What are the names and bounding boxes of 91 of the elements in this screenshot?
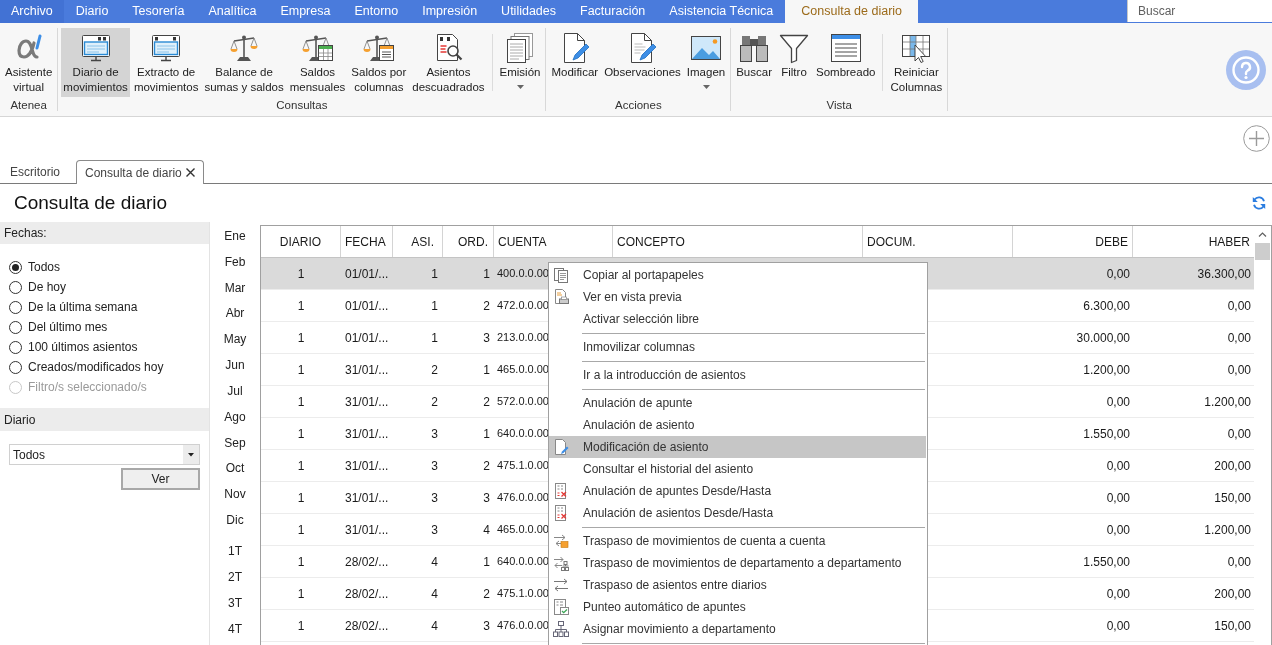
table-cell-text: 1.200,00 <box>1083 361 1130 379</box>
table-cell-text: 2 <box>483 457 490 475</box>
table-cell-text: 3 <box>431 521 438 539</box>
table-cell-text: 2 <box>431 361 438 379</box>
table-cell-text: 572.0.0.00 <box>497 394 549 410</box>
table-cell-text: 1 <box>297 553 305 571</box>
section-header: Fechas: <box>0 222 209 244</box>
table-cell-text: 4 <box>431 553 438 571</box>
table-cell-text: 31/01/... <box>345 393 389 411</box>
table-cell-text: 640.0.0.00 <box>497 554 549 570</box>
table-cell-text: 36.300,00 <box>1197 265 1251 283</box>
table-cell-text: 30.000,00 <box>1076 329 1130 347</box>
table-cell-text: 1 <box>483 361 490 379</box>
table-cell-text: 1 <box>297 457 305 475</box>
group-label: Acciones <box>614 98 663 113</box>
table-cell-text: 0,00 <box>1106 521 1130 539</box>
table-cell-text: 476.0.0.00 <box>497 618 549 634</box>
table-cell-text: 1 <box>297 329 305 347</box>
table-cell-text: 01/01/... <box>345 297 389 315</box>
table-cell-text: 0,00 <box>1227 329 1251 347</box>
table-cell-text: 1 <box>297 393 305 411</box>
table-cell-text: 2 <box>483 297 490 315</box>
table-cell-text: 0,00 <box>1227 425 1251 443</box>
table-cell-text: 28/02/... <box>345 553 389 571</box>
table-cell-text: 4 <box>431 585 438 603</box>
table-cell-text: 472.0.0.00 <box>497 298 549 314</box>
table-cell-text: 2 <box>483 585 490 603</box>
table-cell-text: 2 <box>431 393 438 411</box>
table-cell-text: 01/01/... <box>345 329 389 347</box>
table-cell-text: 465.0.0.00 <box>497 362 549 378</box>
table-cell-text: 1.200,00 <box>1204 393 1251 411</box>
table-cell-text: 0,00 <box>1227 553 1251 571</box>
table-cell-text: 150,00 <box>1214 617 1251 635</box>
table-cell-text: 31/01/... <box>345 425 389 443</box>
table-cell-text: 3 <box>483 329 490 347</box>
table-cell-text: 0,00 <box>1106 265 1130 283</box>
table-cell-text: 1 <box>297 297 305 315</box>
table-cell-text: 475.1.0.00 <box>497 458 549 474</box>
table-cell-text: 640.0.0.00 <box>497 426 549 442</box>
table-cell-text: 1 <box>297 617 305 635</box>
table-cell-text: 6.300,00 <box>1083 297 1130 315</box>
table-cell-text: 200,00 <box>1214 585 1251 603</box>
table-cell-text: 1 <box>431 329 438 347</box>
table-cell-text: 400.0.0.00 <box>497 266 549 282</box>
table-cell-text: 150,00 <box>1214 489 1251 507</box>
table-cell-text: 0,00 <box>1106 457 1130 475</box>
table-cell-text: 476.0.0.00 <box>497 490 549 506</box>
table-cell-text: 1 <box>483 265 490 283</box>
table-cell-text: 3 <box>431 425 438 443</box>
table-cell-text: 1 <box>297 361 305 379</box>
table-cell-text: 3 <box>431 457 438 475</box>
table-cell-text: 0,00 <box>1106 585 1130 603</box>
table-cell-text: 1 <box>297 265 305 283</box>
table-cell-text: 1.200,00 <box>1204 521 1251 539</box>
group-label: Consultas <box>275 98 329 113</box>
table-cell-text: 31/01/... <box>345 457 389 475</box>
group-label: Vista <box>825 98 853 113</box>
table-cell-text: 1.550,00 <box>1083 553 1130 571</box>
table-cell-text: 28/02/... <box>345 585 389 603</box>
table-cell-text: 1 <box>297 425 305 443</box>
table-cell-text: 0,00 <box>1227 361 1251 379</box>
table-cell-text: 4 <box>431 617 438 635</box>
table-cell-text: 0,00 <box>1106 617 1130 635</box>
table-cell-text: 31/01/... <box>345 361 389 379</box>
table-cell-text: 465.0.0.00 <box>497 522 549 538</box>
table-cell-text: 1 <box>431 265 438 283</box>
table-cell-text: 1 <box>297 585 305 603</box>
table-cell-text: 0,00 <box>1106 489 1130 507</box>
table-cell-text: 0,00 <box>1227 297 1251 315</box>
table-cell-text: 1 <box>483 553 490 571</box>
table-cell-text: 1 <box>297 489 305 507</box>
table-cell-text: 475.1.0.00 <box>497 586 549 602</box>
table-cell-text: 1 <box>431 297 438 315</box>
table-cell-text: 2 <box>483 393 490 411</box>
table-cell-text: 28/02/... <box>345 617 389 635</box>
page-title: Consulta de diario <box>14 190 168 215</box>
table-cell-text: 1.550,00 <box>1083 425 1130 443</box>
table-cell-text: 31/01/... <box>345 521 389 539</box>
table-cell-text: 200,00 <box>1214 457 1251 475</box>
table-cell-text: 1 <box>483 425 490 443</box>
section-header: Diario <box>0 408 209 431</box>
table-cell-text: 213.0.0.00 <box>497 330 549 346</box>
table-cell-text: 3 <box>483 489 490 507</box>
table-cell-text: 1 <box>297 521 305 539</box>
table-cell-text: 4 <box>483 521 490 539</box>
table-cell-text: 31/01/... <box>345 489 389 507</box>
table-cell-text: 3 <box>431 489 438 507</box>
group-label: Atenea <box>9 98 48 113</box>
table-cell-text: 0,00 <box>1106 393 1130 411</box>
table-cell-text: 3 <box>483 617 490 635</box>
table-cell-text: 01/01/... <box>345 265 389 283</box>
